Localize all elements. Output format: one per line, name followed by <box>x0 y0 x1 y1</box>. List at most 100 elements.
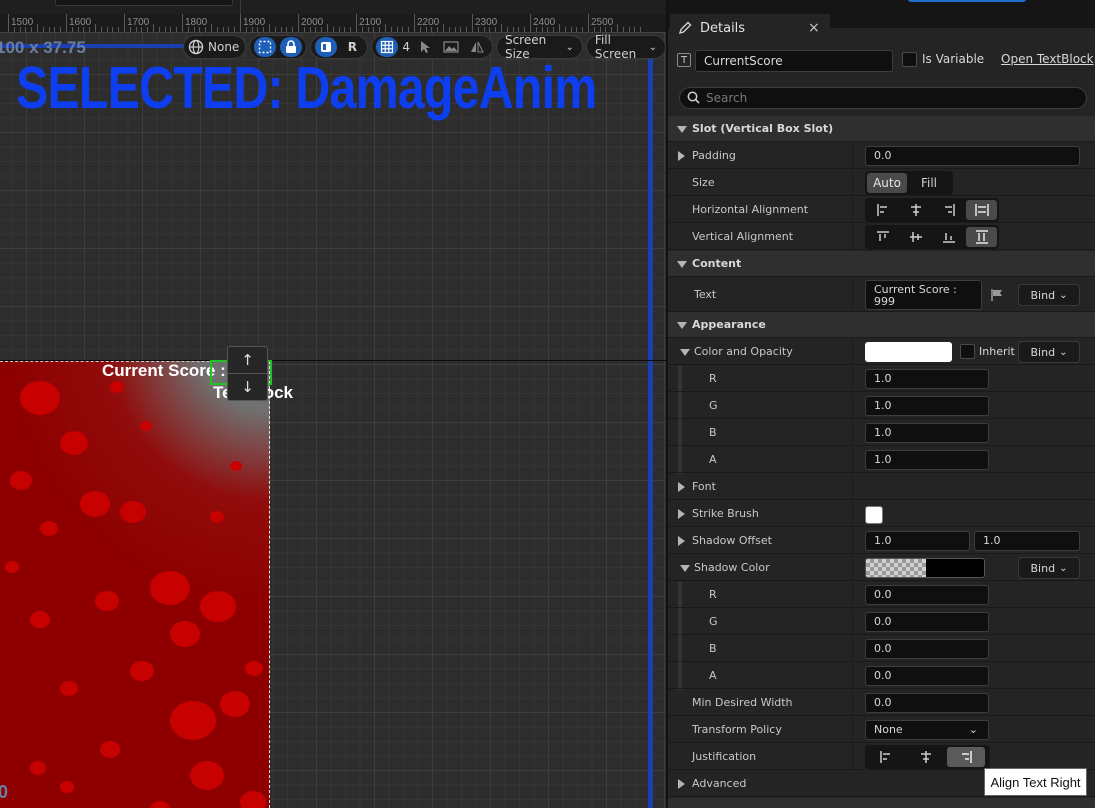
ruler-minor-tick <box>286 27 288 32</box>
ruler-minor-tick <box>211 24 212 32</box>
search-input[interactable]: Search <box>679 87 1087 109</box>
appearance-category-header[interactable]: Appearance <box>668 312 1095 338</box>
align-left-icon[interactable] <box>867 200 898 220</box>
shadow-offset-row: Shadow Offset 1.0 1.0 <box>668 528 1095 554</box>
top-field[interactable] <box>55 0 233 6</box>
align-bottom-icon[interactable] <box>933 227 964 247</box>
grid-size-label[interactable]: 4 <box>402 40 410 54</box>
designer-canvas[interactable]: 1500 1600 1700 1800 1900 2000 2100 2200 2300 2400… <box>0 0 666 808</box>
size-auto-option[interactable]: Auto <box>867 173 907 193</box>
align-middle-icon[interactable] <box>900 227 931 247</box>
move-up-button[interactable]: ↑ <box>228 347 267 373</box>
color-r-input[interactable]: 1.0 <box>865 369 989 389</box>
locale-label[interactable]: None <box>208 40 239 54</box>
color-g-input[interactable]: 1.0 <box>865 396 989 416</box>
tooltip: Align Text Right <box>984 768 1087 796</box>
ruler-minor-tick <box>147 27 149 32</box>
ruler-minor-tick <box>257 27 259 32</box>
text-bind-button[interactable]: Bind ⌄ <box>1018 284 1080 306</box>
chevron-right-icon[interactable] <box>678 151 685 161</box>
globe-icon[interactable] <box>188 39 204 55</box>
chevron-right-icon[interactable] <box>678 509 685 519</box>
top-action-button[interactable] <box>908 0 1026 2</box>
content-category-header[interactable]: Content <box>668 251 1095 277</box>
widget-outline-right <box>269 361 270 808</box>
is-variable-checkbox[interactable] <box>902 52 917 67</box>
move-down-button[interactable]: ↓ <box>228 373 267 400</box>
shadow-offset-x-input[interactable]: 1.0 <box>865 531 970 551</box>
color-opacity-label: Color and Opacity <box>694 345 793 358</box>
justification-row: Justification <box>668 744 1095 770</box>
justify-center-icon[interactable] <box>907 747 945 767</box>
chevron-down-icon: ⌄ <box>1059 289 1068 301</box>
transform-policy-row: Transform Policy None ⌄ <box>668 717 1095 743</box>
bind-label: Bind <box>1030 288 1056 302</box>
text-value-input[interactable]: Current Score : 999 <box>865 280 982 310</box>
size-fill-option[interactable]: Fill <box>909 173 949 193</box>
shadow-color-swatch[interactable] <box>865 558 985 578</box>
divider <box>852 420 853 446</box>
align-fill-icon[interactable] <box>966 200 997 220</box>
ruler-minor-tick <box>13 27 15 32</box>
ruler-minor-tick <box>518 27 520 32</box>
color-bind-button[interactable]: Bind ⌄ <box>1018 341 1080 363</box>
inherit-checkbox[interactable] <box>960 344 975 359</box>
slot-category-header[interactable]: Slot (Vertical Box Slot) <box>668 116 1095 142</box>
ruler-minor-tick <box>71 27 73 32</box>
color-r-row: R 1.0 <box>668 366 1095 392</box>
ruler-tick <box>472 14 473 32</box>
divider <box>852 582 853 608</box>
ruler-tick <box>8 14 9 32</box>
blood-splatter <box>230 461 242 471</box>
justify-right-icon[interactable] <box>947 747 985 767</box>
chevron-down-icon[interactable] <box>680 349 690 356</box>
ruler-minor-tick <box>303 27 305 32</box>
transform-policy-dropdown[interactable]: None ⌄ <box>865 720 989 740</box>
padding-input[interactable]: 0.0 <box>865 146 1080 166</box>
ruler-minor-tick <box>628 27 630 32</box>
size-row: Size Auto Fill <box>668 170 1095 196</box>
text-widget-icon: T <box>677 53 691 67</box>
shadow-r-input[interactable]: 0.0 <box>865 585 989 605</box>
align-top-icon[interactable] <box>867 227 898 247</box>
align-fill-vertical-icon[interactable] <box>966 227 997 247</box>
ruler-minor-tick <box>89 27 91 32</box>
shadow-g-input[interactable]: 0.0 <box>865 612 989 632</box>
chevron-right-icon[interactable] <box>678 482 685 492</box>
chevron-down-icon <box>677 126 687 133</box>
color-swatch[interactable] <box>865 342 952 362</box>
shadow-color-label: Shadow Color <box>694 561 770 574</box>
blood-splatter <box>170 621 200 647</box>
ruler-minor-tick <box>77 27 79 32</box>
halign-buttons <box>865 198 999 222</box>
ruler-minor-tick <box>489 27 491 32</box>
fill-screen-dropdown[interactable]: Fill Screen ⌄ <box>585 33 666 61</box>
align-center-icon[interactable] <box>900 200 931 220</box>
shadow-a-input[interactable]: 0.0 <box>865 666 989 686</box>
details-tab[interactable]: Details × <box>670 14 830 42</box>
shadow-b-input[interactable]: 0.0 <box>865 639 989 659</box>
shadow-bind-button[interactable]: Bind ⌄ <box>1018 557 1080 579</box>
blood-splatter <box>80 491 110 517</box>
close-icon[interactable]: × <box>808 20 820 36</box>
shadow-offset-y-input[interactable]: 1.0 <box>974 531 1080 551</box>
min-width-input[interactable]: 0.0 <box>865 693 989 713</box>
advanced-label: Advanced <box>692 777 747 790</box>
bind-label: Bind <box>1030 561 1056 575</box>
justify-left-icon[interactable] <box>867 747 905 767</box>
ruler-tick <box>240 14 241 32</box>
widget-name-row: T CurrentScore Is Variable Open TextBloc… <box>668 46 1095 74</box>
chevron-down-icon[interactable] <box>680 565 690 572</box>
chevron-right-icon[interactable] <box>678 536 685 546</box>
color-b-input[interactable]: 1.0 <box>865 423 989 443</box>
flag-icon[interactable] <box>990 288 1004 305</box>
damage-anim-image[interactable] <box>0 361 270 808</box>
chevron-down-icon: ⌄ <box>565 41 574 53</box>
align-right-icon[interactable] <box>933 200 964 220</box>
color-a-input[interactable]: 1.0 <box>865 450 989 470</box>
open-textblock-link[interactable]: Open TextBlock <box>1001 52 1094 66</box>
next-category-header[interactable] <box>668 798 1095 808</box>
widget-name-input[interactable]: CurrentScore <box>695 50 893 72</box>
ruler-minor-tick <box>640 27 642 32</box>
strike-brush-swatch[interactable] <box>865 506 883 524</box>
